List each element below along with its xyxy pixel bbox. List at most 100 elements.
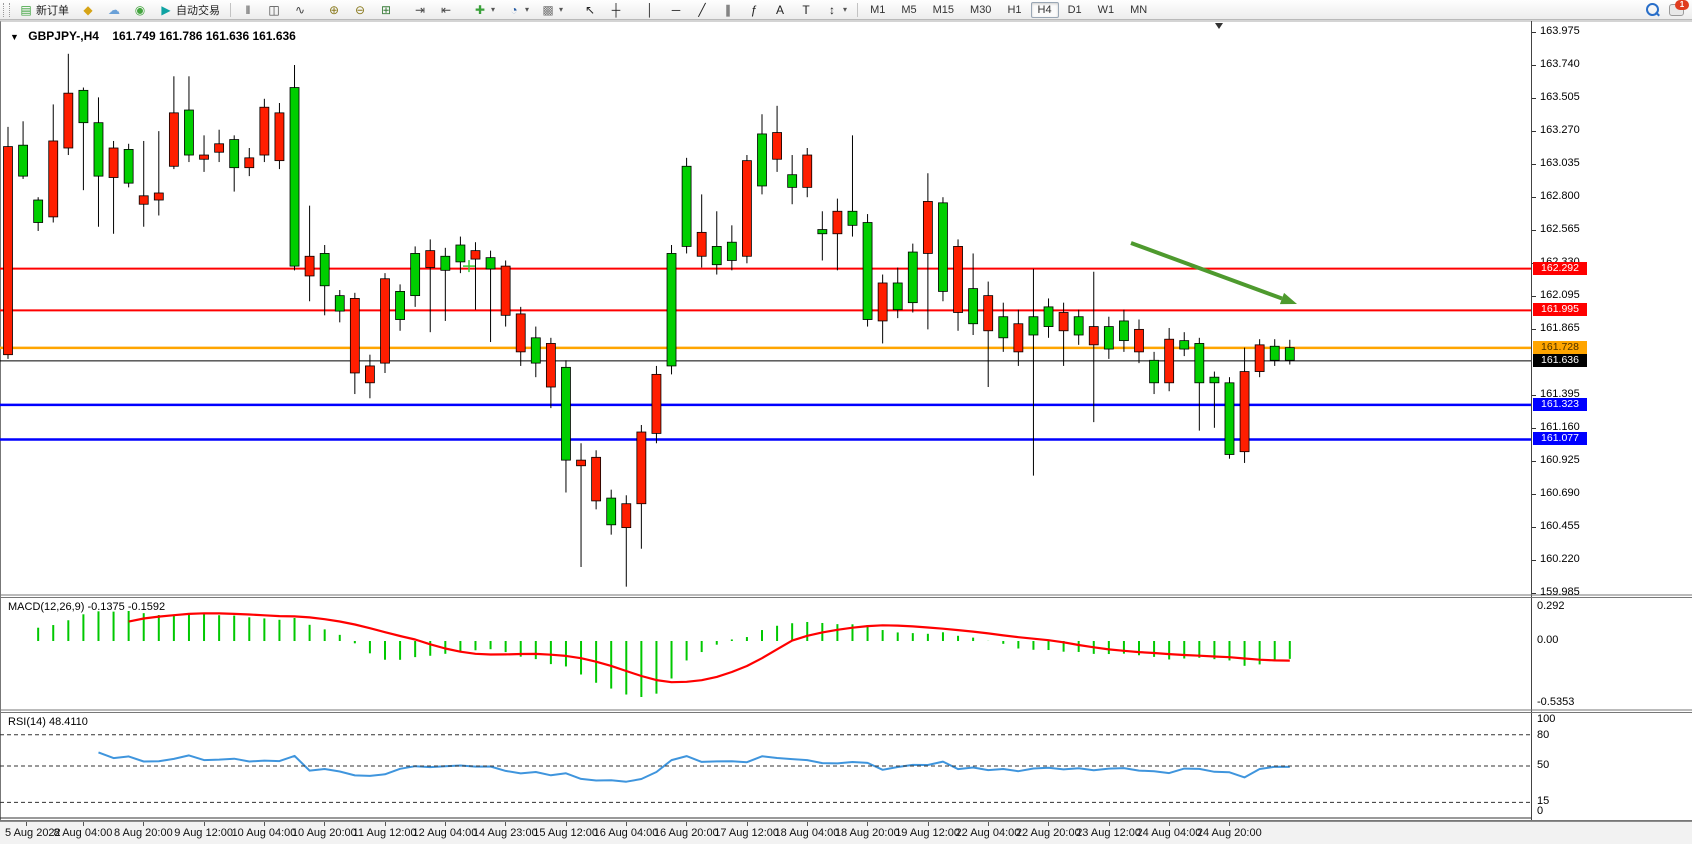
candle-body[interactable] bbox=[64, 93, 73, 148]
candle-body[interactable] bbox=[290, 88, 299, 267]
candle-body[interactable] bbox=[260, 107, 269, 155]
candle-body[interactable] bbox=[592, 457, 601, 501]
candle-body[interactable] bbox=[758, 134, 767, 186]
chevron-down-icon[interactable]: ▾ bbox=[843, 5, 847, 14]
candle-body[interactable] bbox=[1029, 317, 1038, 335]
chat-icon[interactable]: 1 bbox=[1669, 4, 1684, 16]
candle-body[interactable] bbox=[184, 110, 193, 155]
candle-body[interactable] bbox=[486, 258, 495, 269]
equidistant-channel-button[interactable]: ∥ bbox=[716, 1, 740, 19]
candle-body[interactable] bbox=[1135, 329, 1144, 351]
candle-body[interactable] bbox=[169, 113, 178, 166]
tile-windows-button[interactable]: ⊞ bbox=[374, 1, 398, 19]
candle-body[interactable] bbox=[984, 296, 993, 331]
candle-body[interactable] bbox=[667, 253, 676, 365]
candle-body[interactable] bbox=[426, 251, 435, 268]
arrows-button[interactable]: ↕▾ bbox=[820, 1, 852, 19]
price-level-tag[interactable]: 161.728 bbox=[1533, 341, 1587, 354]
candle-body[interactable] bbox=[969, 289, 978, 324]
candle-body[interactable] bbox=[230, 140, 239, 168]
indicators-button[interactable]: ✚▾ bbox=[468, 1, 500, 19]
candle-body[interactable] bbox=[1119, 321, 1128, 341]
candle-body[interactable] bbox=[1089, 327, 1098, 345]
candle-body[interactable] bbox=[245, 158, 254, 168]
price-level-tag[interactable]: 161.995 bbox=[1533, 303, 1587, 316]
candle-body[interactable] bbox=[1210, 377, 1219, 383]
timeframe-m15-button[interactable]: M15 bbox=[926, 2, 961, 18]
candle-body[interactable] bbox=[682, 166, 691, 246]
candle-body[interactable] bbox=[712, 246, 721, 264]
templates-button[interactable]: ▩▾ bbox=[536, 1, 568, 19]
candlestick-chart-button[interactable]: ◫ bbox=[262, 1, 286, 19]
candle-body[interactable] bbox=[1104, 327, 1113, 349]
price-level-tag[interactable]: 161.077 bbox=[1533, 432, 1587, 445]
autotrading-button[interactable]: ▶自动交易 bbox=[154, 0, 225, 20]
candle-body[interactable] bbox=[19, 145, 28, 176]
candle-body[interactable] bbox=[697, 232, 706, 256]
candle-body[interactable] bbox=[1059, 313, 1068, 331]
new-order-button[interactable]: ▤新订单 bbox=[14, 0, 74, 20]
candle-body[interactable] bbox=[441, 256, 450, 270]
candle-body[interactable] bbox=[803, 155, 812, 187]
candle-body[interactable] bbox=[124, 149, 133, 183]
timeframe-m1-button[interactable]: M1 bbox=[863, 2, 892, 18]
candle-body[interactable] bbox=[788, 175, 797, 188]
toolbar-grip[interactable] bbox=[3, 3, 10, 17]
candle-body[interactable] bbox=[607, 498, 616, 525]
horizontal-line-button[interactable]: ─ bbox=[664, 1, 688, 19]
candle-body[interactable] bbox=[456, 245, 465, 262]
candle-body[interactable] bbox=[381, 279, 390, 363]
candle-body[interactable] bbox=[139, 196, 148, 204]
candle-body[interactable] bbox=[79, 90, 88, 122]
candle-body[interactable] bbox=[954, 246, 963, 312]
candle-body[interactable] bbox=[577, 460, 586, 466]
candle-body[interactable] bbox=[546, 343, 555, 387]
price-level-tag[interactable]: 161.323 bbox=[1533, 398, 1587, 411]
timeframe-w1-button[interactable]: W1 bbox=[1091, 2, 1122, 18]
metaquotes-button[interactable]: ◆ bbox=[76, 1, 100, 19]
candle-body[interactable] bbox=[516, 314, 525, 352]
chevron-down-icon[interactable]: ▾ bbox=[525, 5, 529, 14]
text-label-button[interactable]: T bbox=[794, 1, 818, 19]
fibonacci-button[interactable]: ƒ bbox=[742, 1, 766, 19]
candle-body[interactable] bbox=[652, 374, 661, 433]
candle-body[interactable] bbox=[4, 147, 13, 355]
candle-body[interactable] bbox=[200, 155, 209, 159]
price-level-tag[interactable]: 162.292 bbox=[1533, 262, 1587, 275]
candle-body[interactable] bbox=[109, 148, 118, 178]
candle-body[interactable] bbox=[94, 123, 103, 176]
date-axis[interactable]: 5 Aug 20228 Aug 04:008 Aug 20:009 Aug 12… bbox=[0, 821, 1692, 844]
candle-body[interactable] bbox=[637, 432, 646, 504]
candle-body[interactable] bbox=[848, 211, 857, 225]
candle-body[interactable] bbox=[727, 242, 736, 260]
candle-body[interactable] bbox=[1240, 372, 1249, 452]
cursor-button[interactable]: ↖ bbox=[578, 1, 602, 19]
candle-body[interactable] bbox=[49, 141, 58, 217]
candle-body[interactable] bbox=[305, 256, 314, 276]
crosshair-button[interactable]: ┼ bbox=[604, 1, 628, 19]
candle-body[interactable] bbox=[938, 203, 947, 292]
candle-body[interactable] bbox=[275, 113, 284, 161]
candle-body[interactable] bbox=[1270, 346, 1279, 360]
candle-body[interactable] bbox=[622, 504, 631, 528]
vertical-line-button[interactable]: │ bbox=[638, 1, 662, 19]
candle-body[interactable] bbox=[1285, 348, 1294, 361]
chart-shift-button[interactable]: ⇤ bbox=[434, 1, 458, 19]
zoom-out-button[interactable]: ⊖ bbox=[348, 1, 372, 19]
candle-body[interactable] bbox=[34, 200, 43, 222]
candle-body[interactable] bbox=[923, 201, 932, 253]
candle-body[interactable] bbox=[878, 283, 887, 321]
timeframe-h4-button[interactable]: H4 bbox=[1031, 2, 1059, 18]
candle-body[interactable] bbox=[773, 133, 782, 160]
chart-collapse-icon[interactable]: ▼ bbox=[10, 32, 19, 42]
candle-body[interactable] bbox=[1180, 341, 1189, 349]
candle-body[interactable] bbox=[742, 161, 751, 257]
timeframe-h1-button[interactable]: H1 bbox=[1000, 2, 1028, 18]
candle-body[interactable] bbox=[893, 283, 902, 310]
search-icon[interactable] bbox=[1646, 3, 1659, 16]
price-level-tag[interactable]: 161.636 bbox=[1533, 354, 1587, 367]
timeframe-m30-button[interactable]: M30 bbox=[963, 2, 998, 18]
candle-body[interactable] bbox=[1014, 324, 1023, 352]
candle-body[interactable] bbox=[501, 266, 510, 315]
candle-body[interactable] bbox=[1225, 383, 1234, 455]
